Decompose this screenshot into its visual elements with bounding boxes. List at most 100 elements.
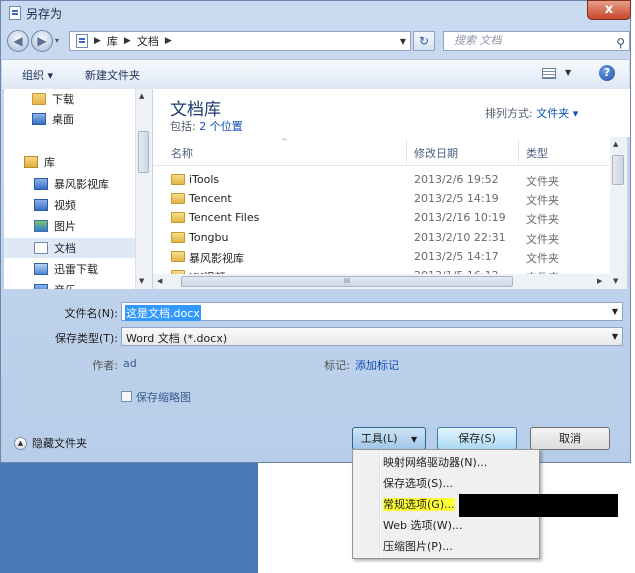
chevron-down-icon[interactable]: ▼	[612, 332, 618, 341]
sidebar-item-pictures[interactable]: 图片	[4, 216, 135, 236]
recent-locations-dropdown-icon[interactable]: ▾	[55, 36, 59, 45]
arrange-by-dropdown[interactable]: 文件夹 ▾	[536, 107, 578, 120]
desktop-icon	[32, 113, 46, 125]
breadcrumb-separator-icon[interactable]: ▶	[165, 36, 172, 46]
scroll-up-icon[interactable]: ▲	[139, 92, 144, 100]
sidebar-item-music[interactable]: 音乐	[4, 280, 135, 289]
back-arrow-icon: ◀	[13, 34, 23, 48]
save-thumbnail-checkbox[interactable]	[121, 391, 132, 402]
forward-button[interactable]: ▶	[31, 30, 53, 52]
save-thumbnail-label[interactable]: 保存缩略图	[136, 389, 191, 405]
help-icon[interactable]: ?	[599, 65, 615, 81]
sidebar-item-downloads[interactable]: 下载	[4, 89, 135, 109]
file-date: 2013/2/5 14:19	[414, 192, 499, 205]
arrange-label: 排列方式:	[485, 107, 537, 120]
search-icon[interactable]: ⚲	[616, 34, 625, 52]
title-bar: 另存为	[9, 4, 62, 22]
filename-field[interactable]: 这是文档.docx ▼	[121, 302, 623, 321]
sidebar-item-label: 桌面	[52, 113, 74, 126]
table-row[interactable]: Tongbu 2013/2/10 22:31 文件夹	[153, 228, 610, 247]
navigation-scrollbar[interactable]: ▲ ▼	[136, 89, 152, 289]
sidebar-item-video-library[interactable]: 暴风影视库	[4, 174, 135, 194]
back-button[interactable]: ◀	[7, 30, 29, 52]
file-date: 2013/2/10 22:31	[414, 231, 506, 244]
table-row[interactable]: 暴风影视库 2013/2/5 14:17 文件夹	[153, 247, 610, 266]
file-date: 2013/2/6 19:52	[414, 173, 499, 186]
sidebar-item-label: 图片	[54, 220, 76, 233]
hide-folders-toggle[interactable]: ▲ 隐藏文件夹	[14, 435, 87, 451]
desktop-background	[0, 462, 258, 573]
column-modified[interactable]: 修改日期	[414, 145, 458, 161]
file-list-scrollbar[interactable]: ▲ ▼	[610, 137, 627, 289]
window-title: 另存为	[26, 6, 63, 21]
horizontal-scrollbar[interactable]: ◀ III ▶	[153, 274, 610, 289]
organize-menu[interactable]: 组织 ▾	[22, 67, 53, 83]
scroll-right-icon[interactable]: ▶	[597, 277, 602, 285]
author-field[interactable]: ad	[123, 357, 137, 370]
scrollbar-thumb[interactable]	[612, 155, 624, 185]
filename-value: 这是文档.docx	[125, 305, 201, 321]
sort-ascending-icon: ^	[281, 137, 288, 146]
sidebar-item-libraries[interactable]: 库	[4, 152, 135, 172]
cancel-button[interactable]: 取消	[530, 427, 610, 450]
tools-label: 工具(L)	[360, 432, 398, 445]
includes-label: 包括:	[170, 120, 200, 133]
refresh-icon: ↻	[418, 34, 430, 48]
menu-item-save-options[interactable]: 保存选项(S)...	[355, 474, 537, 494]
chevron-up-icon: ▲	[14, 436, 27, 450]
filename-label: 文件名(N):	[64, 307, 118, 320]
column-name[interactable]: 名称	[171, 145, 193, 161]
sidebar-item-videos[interactable]: 视频	[4, 195, 135, 215]
sidebar-item-label: 暴风影视库	[54, 178, 109, 191]
file-name: Tencent Files	[189, 211, 260, 224]
sidebar-item-desktop[interactable]: 桌面	[4, 109, 135, 129]
breadcrumb-separator-icon[interactable]: ▶	[94, 36, 101, 46]
navigation-bar: ◀ ▶ ▾ ▶ 库 ▶ 文档 ▶ ▼ ↻ 搜索 文档 ⚲	[7, 28, 630, 54]
video-library-icon	[34, 178, 48, 190]
navigation-pane: 下载 桌面 库 暴风影视库 视频 图片 文档 迅雷下载 音乐	[4, 89, 136, 289]
file-name: Tencent	[189, 192, 232, 205]
sidebar-item-documents[interactable]: 文档	[4, 238, 135, 258]
close-button[interactable]: x	[587, 0, 631, 20]
folder-icon	[171, 232, 185, 243]
table-row[interactable]: Tencent 2013/2/5 14:19 文件夹	[153, 189, 610, 208]
address-dropdown-icon[interactable]: ▼	[396, 37, 410, 46]
breadcrumb-separator-icon[interactable]: ▶	[124, 36, 131, 46]
folder-icon	[171, 251, 185, 262]
view-options-dropdown-icon[interactable]: ▼	[565, 68, 571, 77]
scroll-down-icon[interactable]: ▼	[613, 277, 618, 285]
filetype-select[interactable]: Word 文档 (*.docx) ▼	[121, 327, 623, 346]
menu-item-web-options[interactable]: Web 选项(W)...	[355, 516, 537, 536]
save-button[interactable]: 保存(S)	[437, 427, 517, 450]
filetype-label: 保存类型(T):	[54, 332, 118, 345]
file-date: 2013/2/16 10:19	[414, 211, 506, 224]
scroll-up-icon[interactable]: ▲	[613, 140, 618, 148]
menu-item-compress-pictures[interactable]: 压缩图片(P)...	[355, 537, 537, 557]
scrollbar-thumb[interactable]	[138, 131, 149, 173]
breadcrumb-documents[interactable]: 文档	[137, 33, 159, 49]
scrollbar-thumb[interactable]: III	[181, 276, 513, 287]
sidebar-item-thunder-downloads[interactable]: 迅雷下载	[4, 259, 135, 279]
breadcrumb-library[interactable]: 库	[107, 33, 118, 49]
new-folder-button[interactable]: 新建文件夹	[85, 67, 140, 83]
menu-item-map-network-drive[interactable]: 映射网络驱动器(N)...	[355, 453, 537, 473]
chevron-down-icon[interactable]: ▼	[612, 307, 618, 316]
refresh-button[interactable]: ↻	[413, 31, 435, 51]
locations-link[interactable]: 2 个位置	[199, 120, 243, 133]
tools-button[interactable]: 工具(L) ▼	[352, 427, 426, 450]
add-tags-link[interactable]: 添加标记	[355, 357, 399, 373]
author-label: 作者:	[92, 359, 118, 372]
column-type[interactable]: 类型	[526, 145, 548, 161]
tags-label: 标记:	[324, 359, 350, 372]
sidebar-item-label: 库	[44, 156, 55, 169]
address-bar[interactable]: ▶ 库 ▶ 文档 ▶ ▼	[69, 31, 411, 51]
change-view-icon[interactable]	[542, 68, 556, 79]
library-icon	[24, 156, 38, 168]
scroll-down-icon[interactable]: ▼	[139, 277, 144, 285]
table-row[interactable]: Tencent Files 2013/2/16 10:19 文件夹	[153, 208, 610, 227]
scroll-left-icon[interactable]: ◀	[157, 277, 162, 285]
column-divider[interactable]	[518, 139, 519, 165]
table-row[interactable]: iTools 2013/2/6 19:52 文件夹	[153, 170, 610, 189]
column-divider[interactable]	[406, 139, 407, 165]
search-input[interactable]: 搜索 文档 ⚲	[443, 31, 630, 51]
